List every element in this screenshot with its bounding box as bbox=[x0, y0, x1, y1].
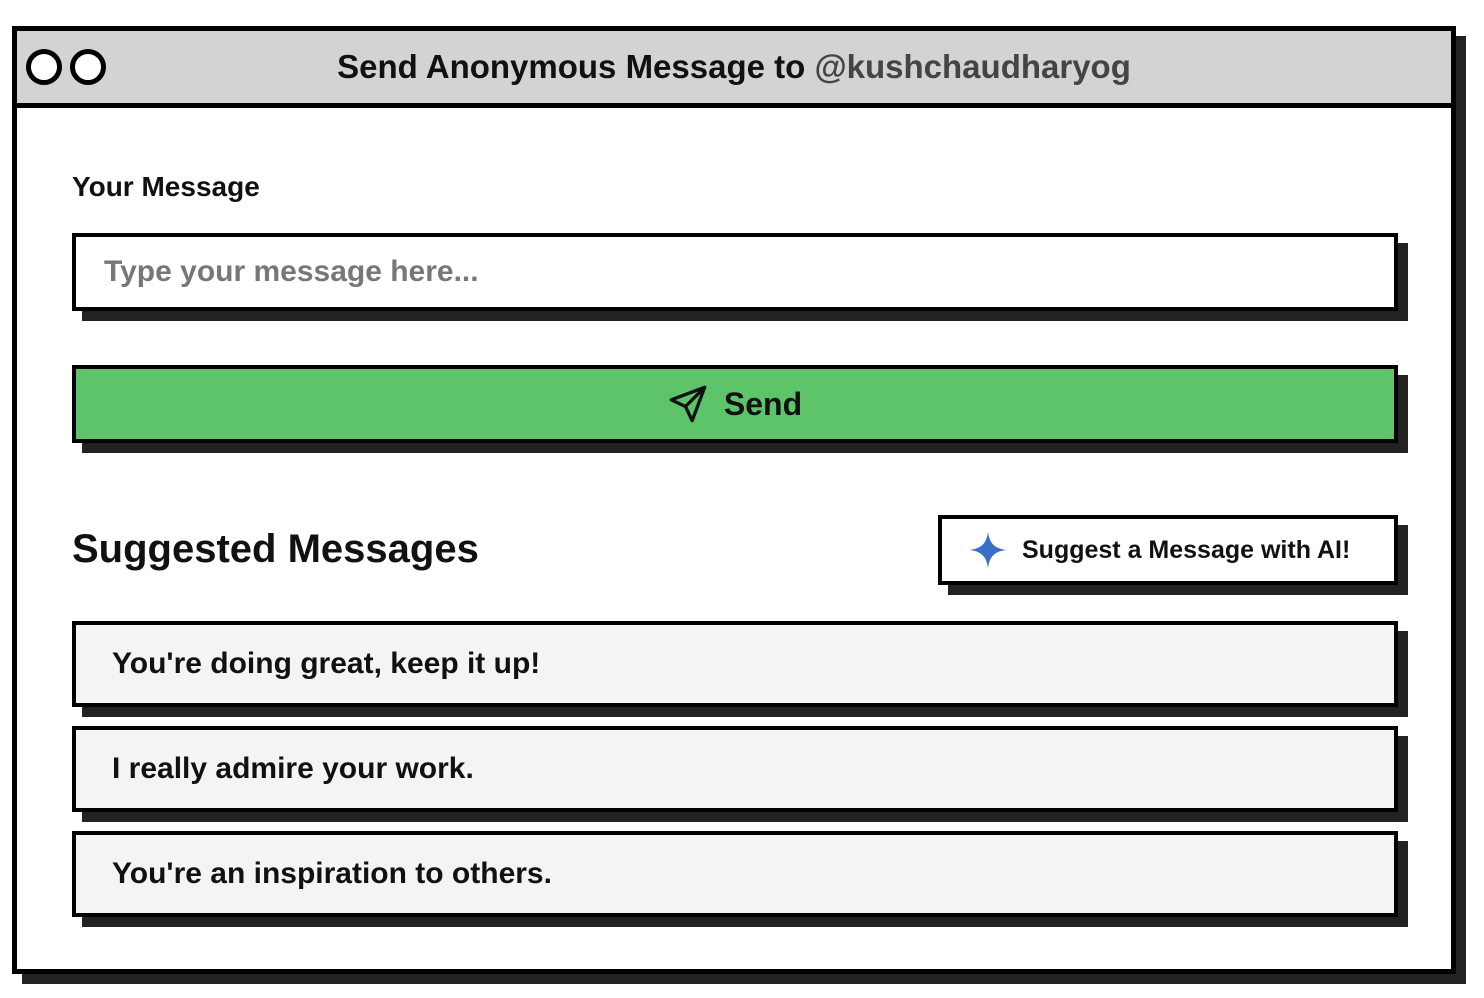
username-handle: @kushchaudharyog bbox=[814, 48, 1131, 85]
window-title: Send Anonymous Message to @kushchaudhary… bbox=[17, 31, 1451, 103]
message-label: Your Message bbox=[72, 171, 260, 202]
sparkle-icon bbox=[969, 531, 1007, 569]
suggested-message-item[interactable]: You're doing great, keep it up! bbox=[72, 621, 1398, 707]
suggested-messages-heading: Suggested Messages bbox=[72, 527, 479, 571]
suggest-ai-button-label: Suggest a Message with AI! bbox=[1022, 535, 1351, 564]
paper-plane-icon bbox=[669, 385, 707, 423]
suggested-message-item[interactable]: I really admire your work. bbox=[72, 726, 1398, 812]
suggested-message-item[interactable]: You're an inspiration to others. bbox=[72, 831, 1398, 917]
send-button[interactable]: Send bbox=[72, 365, 1398, 443]
send-button-label: Send bbox=[723, 385, 803, 422]
title-prefix: Send Anonymous Message to bbox=[337, 48, 815, 85]
message-input[interactable] bbox=[72, 233, 1398, 311]
app-window: Send Anonymous Message to @kushchaudhary… bbox=[12, 26, 1456, 974]
suggest-ai-button[interactable]: Suggest a Message with AI! bbox=[938, 515, 1398, 585]
title-bar: Send Anonymous Message to @kushchaudhary… bbox=[17, 31, 1451, 108]
